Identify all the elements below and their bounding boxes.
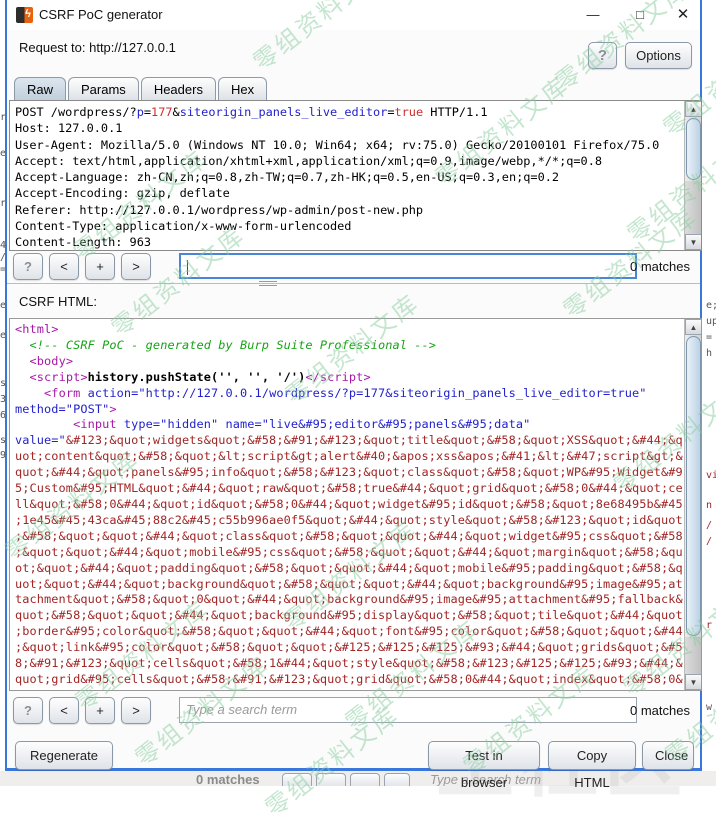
request-scrollbar[interactable]: ▲ ▼ [684, 101, 701, 250]
code-line: Accept-Encoding: gzip, deflate [15, 185, 684, 201]
code-line: <!-- CSRF PoC - generated by Burp Suite … [15, 338, 684, 354]
burp-icon: ϟ [16, 7, 33, 23]
csrf-html-label: CSRF HTML: [19, 294, 97, 309]
code-line: User-Agent: Mozilla/5.0 (Windows NT 10.0… [15, 137, 684, 153]
csrf-search-bar: ? < + > Type a search term 0 matches [7, 696, 700, 726]
code-line: quot;grid&#95;cells&quot;&#58;&#91;&#123… [15, 672, 684, 688]
request-editor[interactable]: POST /wordpress/?p=177&siteorigin_panels… [9, 100, 702, 251]
scroll-thumb[interactable] [686, 118, 701, 180]
search-next-button[interactable]: > [121, 697, 151, 724]
code-line: Referer: http://127.0.0.1/wordpress/wp-a… [15, 202, 684, 218]
code-line: <form action="http://127.0.0.1/wordpress… [15, 386, 684, 402]
search-next-button[interactable]: > [121, 253, 151, 280]
background-text-fragment: r [706, 620, 712, 631]
scroll-track[interactable] [685, 637, 702, 674]
request-code[interactable]: POST /wordpress/?p=177&siteorigin_panels… [10, 101, 684, 250]
background-text-fragment: up [706, 316, 716, 327]
background-button [384, 773, 410, 786]
code-line: <body> [15, 354, 684, 370]
copy-html-button[interactable]: Copy HTML [548, 741, 636, 770]
code-line: uot;&quot;&#44;&quot;background&quot;&#5… [15, 577, 684, 593]
tab-raw[interactable]: Raw [14, 77, 66, 101]
scroll-up-icon[interactable]: ▲ [685, 319, 702, 335]
background-button [350, 773, 380, 786]
code-line: Content-Length: 963 [15, 234, 684, 250]
background-text-fragment: = [706, 332, 712, 343]
code-line: Content-Type: application/x-www-form-url… [15, 218, 684, 234]
search-prev-button[interactable]: < [49, 697, 79, 724]
code-line: Host: 127.0.0.1 [15, 120, 684, 136]
search-help-button[interactable]: ? [13, 253, 43, 280]
code-line: ll&quot;&#58;0&#44;&quot;id&quot;&#58;0&… [15, 497, 684, 513]
code-line: value="&#123;&quot;widgets&quot;&#58;&#9… [15, 433, 684, 449]
code-line: POST /wordpress/?p=177&siteorigin_panels… [15, 104, 684, 120]
request-search-bar: ? < + > 0 matches [7, 252, 700, 282]
section-divider [7, 283, 700, 284]
title-bar[interactable]: ϟ CSRF PoC generator — □ ✕ [7, 0, 700, 30]
splitter-grip[interactable] [259, 281, 277, 286]
code-line: uot;content&quot;&#58;&quot;&lt;script&g… [15, 449, 684, 465]
test-in-browser-button[interactable]: Test in browser [428, 741, 540, 770]
search-input[interactable]: Type a search term [179, 697, 637, 723]
csrf-poc-dialog: ϟ CSRF PoC generator — □ ✕ Request to: h… [5, 0, 702, 771]
background-matches-label: 0 matches [196, 772, 260, 786]
tab-hex[interactable]: Hex [218, 77, 267, 101]
code-line: ;1e45&#45;43ca&#45;88c2&#45;c55b996ae0f5… [15, 513, 684, 529]
scroll-up-icon[interactable]: ▲ [685, 101, 702, 117]
search-add-button[interactable]: + [85, 253, 115, 280]
code-line: <script>history.pushState('', '', '/')</… [15, 370, 684, 386]
close-button[interactable]: Close [642, 741, 694, 770]
match-count-label: 0 matches [630, 703, 690, 718]
search-input[interactable] [179, 253, 637, 279]
help-button[interactable]: ? [588, 42, 617, 69]
background-text-fragment: h [706, 348, 712, 359]
code-line: <html> [15, 322, 684, 338]
code-line: method="POST"> [15, 402, 684, 418]
code-line: ;&quot;&quot;&#44;&quot;mobile&#95;css&q… [15, 545, 684, 561]
maximize-button[interactable]: □ [625, 4, 655, 26]
scroll-down-icon[interactable]: ▼ [685, 234, 702, 250]
search-prev-button[interactable]: < [49, 253, 79, 280]
code-line: 8;&#91;&#123;&quot;cells&quot;&#58;1&#44… [15, 656, 684, 672]
close-icon[interactable]: ✕ [668, 4, 698, 26]
code-line: ot;&quot;&#44;&quot;padding&quot;&#58;&q… [15, 561, 684, 577]
code-line: Accept: text/html,application/xhtml+xml,… [15, 153, 684, 169]
csrf-html-scrollbar[interactable]: ▲ ▼ [684, 319, 701, 690]
minimize-button[interactable]: — [578, 4, 608, 26]
background-button [282, 773, 312, 786]
background-text-fragment: w [706, 702, 712, 713]
code-line: quot;&#58;&quot;&quot;&#44;&quot;backgro… [15, 608, 684, 624]
background-text-fragment: vi [706, 470, 716, 481]
csrf-html-code[interactable]: <html> <!-- CSRF PoC - generated by Burp… [10, 319, 684, 690]
tab-params[interactable]: Params [68, 77, 139, 101]
background-text-fragment: n [706, 500, 712, 511]
background-button [316, 773, 346, 786]
search-add-button[interactable]: + [85, 697, 115, 724]
options-button[interactable]: Options [625, 42, 692, 69]
window-title: CSRF PoC generator [39, 7, 163, 22]
code-line: ;&#58;&quot;&quot;&#44;&quot;class&quot;… [15, 529, 684, 545]
search-help-button[interactable]: ? [13, 697, 43, 724]
regenerate-button[interactable]: Regenerate [15, 741, 113, 770]
background-text-fragment: / [706, 520, 712, 531]
scroll-down-icon[interactable]: ▼ [685, 674, 702, 690]
code-line: 5;Custom&#95;HTML&quot;&#44;&quot;raw&qu… [15, 481, 684, 497]
background-text-fragment: e; [706, 300, 716, 311]
request-to-label: Request to: http://127.0.0.1 [19, 40, 176, 55]
code-line: tachment&quot;&#58;&quot;0&quot;&#44;&qu… [15, 592, 684, 608]
match-count-label: 0 matches [630, 259, 690, 274]
tab-headers[interactable]: Headers [141, 77, 216, 101]
request-tabs: RawParamsHeadersHex [14, 77, 269, 101]
code-line: <input type="hidden" name="live&#95;edit… [15, 417, 684, 433]
text-caret [187, 260, 188, 275]
code-line: Accept-Language: zh-CN,zh;q=0.8,zh-TW;q=… [15, 169, 684, 185]
code-line: quot;&#44;&quot;panels&#95;info&quot;&#5… [15, 465, 684, 481]
scroll-track[interactable] [685, 181, 702, 235]
code-line: ;border&#95;color&quot;&#58;&quot;&quot;… [15, 624, 684, 640]
csrf-html-editor[interactable]: <html> <!-- CSRF PoC - generated by Burp… [9, 318, 702, 691]
code-line: ;&quot;link&#95;color&quot;&#58;&quot;&q… [15, 640, 684, 656]
background-text-fragment: / [706, 536, 712, 547]
scroll-thumb[interactable] [686, 336, 701, 636]
